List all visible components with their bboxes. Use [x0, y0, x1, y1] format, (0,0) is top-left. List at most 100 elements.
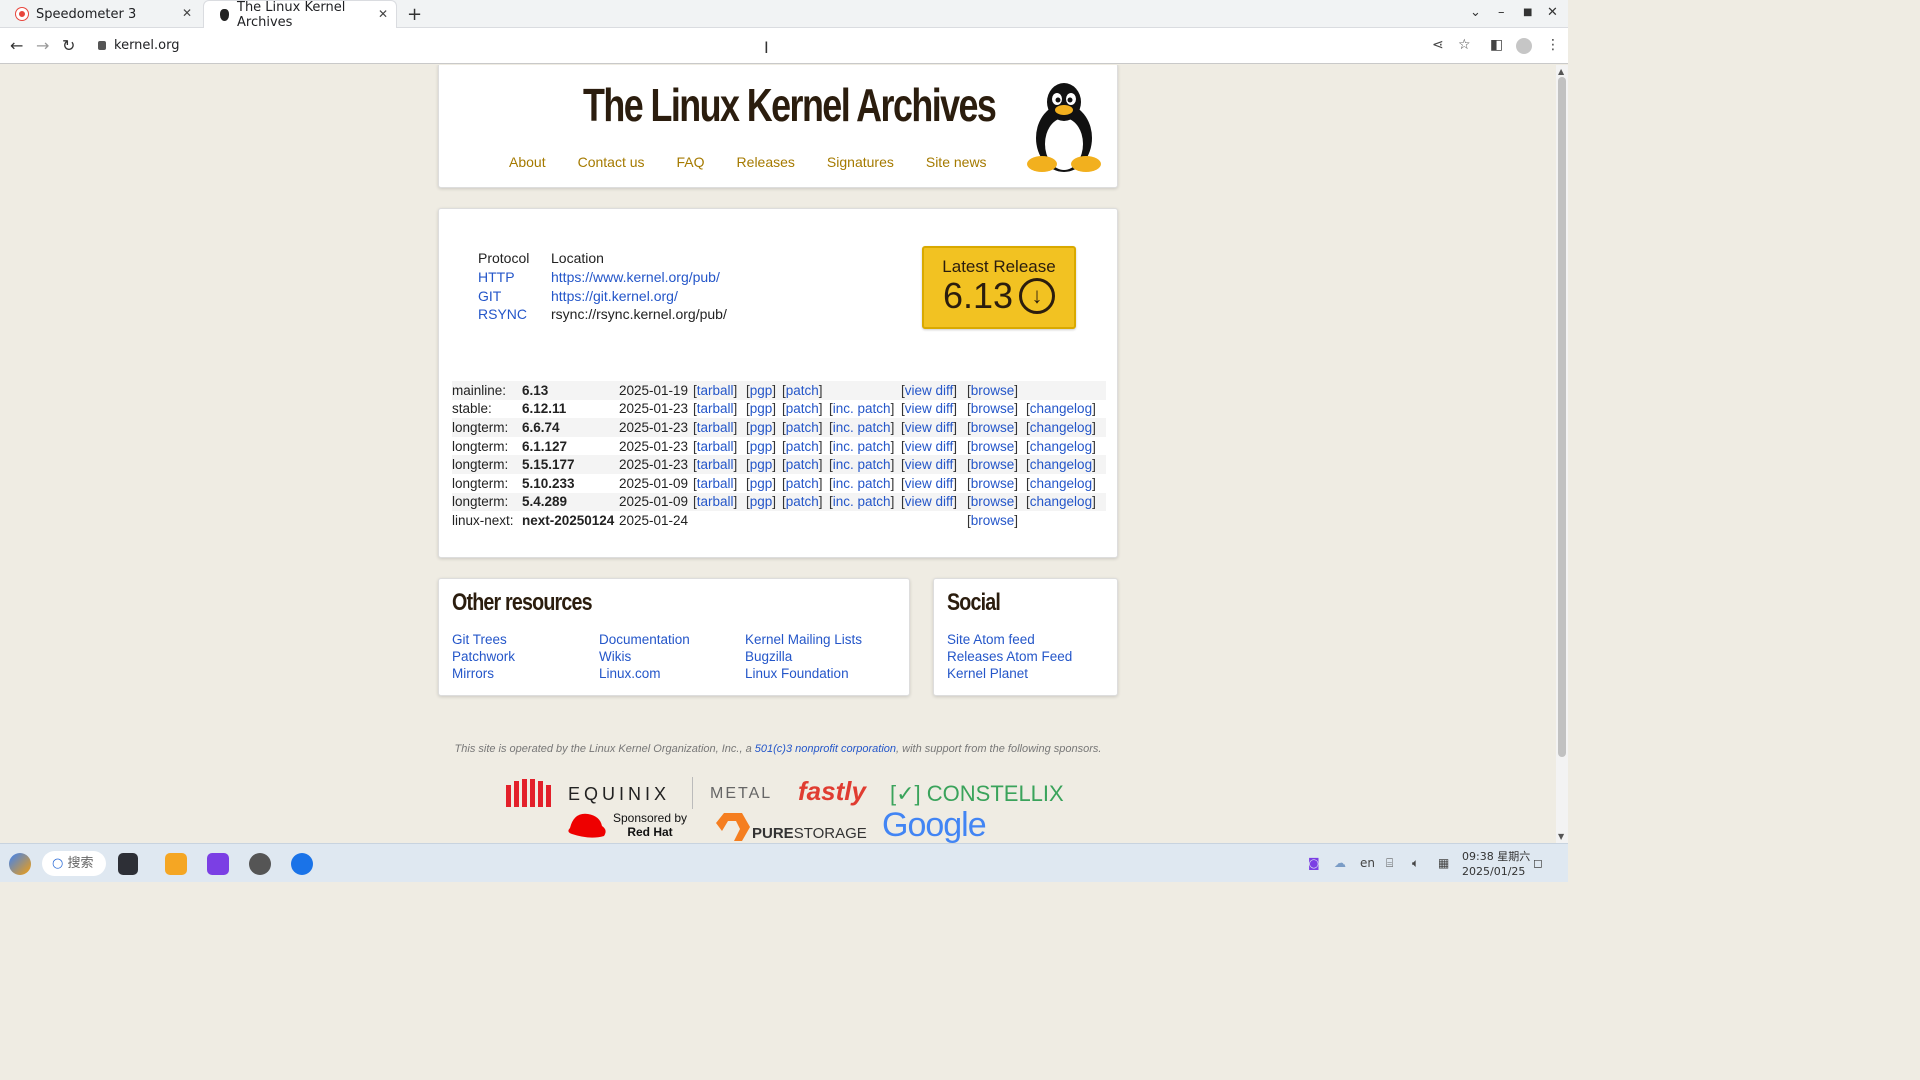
tray-network-icon[interactable]: ⌸ — [1386, 856, 1393, 871]
release-browse-link[interactable]: browse — [971, 513, 1015, 528]
release-view-diff-link[interactable]: view diff — [905, 494, 954, 509]
link-patchwork[interactable]: Patchwork — [452, 648, 515, 665]
release-view-diff-link[interactable]: view diff — [905, 476, 954, 491]
sponsor-purestorage[interactable]: PURESTORAGE — [752, 825, 867, 842]
release-patch-link[interactable]: patch — [786, 401, 819, 416]
release-version[interactable]: 6.6.74 — [522, 418, 619, 437]
link-kernel-planet[interactable]: Kernel Planet — [947, 665, 1072, 682]
protocol-http[interactable]: HTTP — [478, 269, 515, 285]
sponsor-fastly[interactable]: fastly — [798, 776, 866, 807]
release-browse-link[interactable]: browse — [971, 457, 1015, 472]
sponsor-metal[interactable]: METAL — [710, 785, 772, 803]
tray-language[interactable]: en — [1360, 856, 1375, 870]
nav-site-news[interactable]: Site news — [926, 154, 987, 170]
protocol-rsync[interactable]: RSYNC — [478, 306, 527, 322]
close-window-icon[interactable]: ✕ — [1547, 5, 1558, 20]
release-tarball-link[interactable]: tarball — [697, 494, 734, 509]
release-view-diff-link[interactable]: view diff — [905, 383, 954, 398]
release-inc-patch-link[interactable]: inc. patch — [833, 420, 891, 435]
release-browse-link[interactable]: browse — [971, 401, 1015, 416]
release-changelog-link[interactable]: changelog — [1030, 457, 1092, 472]
release-browse-link[interactable]: browse — [971, 383, 1015, 398]
multitask-view-icon[interactable] — [118, 853, 138, 875]
sponsor-redhat[interactable]: Sponsored by Red Hat — [610, 811, 690, 839]
address-bar[interactable]: kernel.org — [98, 38, 179, 53]
location-http[interactable]: https://www.kernel.org/pub/ — [551, 269, 720, 285]
release-browse-link[interactable]: browse — [971, 420, 1015, 435]
release-inc-patch-link[interactable]: inc. patch — [833, 457, 891, 472]
link-releases-atom-feed[interactable]: Releases Atom Feed — [947, 648, 1072, 665]
taskbar-search[interactable]: ○ 搜索 — [42, 851, 106, 876]
release-tarball-link[interactable]: tarball — [697, 476, 734, 491]
site-title[interactable]: The Linux Kernel Archives — [583, 78, 997, 132]
release-patch-link[interactable]: patch — [786, 420, 819, 435]
latest-release-button[interactable]: Latest Release 6.13 ↓ — [922, 246, 1076, 329]
release-patch-link[interactable]: patch — [786, 494, 819, 509]
release-version[interactable]: 5.10.233 — [522, 474, 619, 493]
release-pgp-link[interactable]: pgp — [750, 383, 773, 398]
settings-app-icon[interactable] — [249, 853, 271, 875]
tray-keyboard-icon[interactable]: ▦ — [1438, 856, 1449, 870]
nav-contact[interactable]: Contact us — [578, 154, 645, 170]
taskbar-clock[interactable]: 09:38 星期六 2025/01/25 — [1462, 849, 1530, 879]
release-tarball-link[interactable]: tarball — [697, 420, 734, 435]
link-wikis[interactable]: Wikis — [599, 648, 690, 665]
files-app-icon[interactable] — [165, 853, 187, 875]
close-tab-icon[interactable]: ✕ — [180, 6, 194, 20]
release-tarball-link[interactable]: tarball — [697, 439, 734, 454]
link-mailing-lists[interactable]: Kernel Mailing Lists — [745, 631, 862, 648]
release-pgp-link[interactable]: pgp — [750, 420, 773, 435]
release-version[interactable]: 5.15.177 — [522, 455, 619, 474]
location-git[interactable]: https://git.kernel.org/ — [551, 288, 678, 304]
release-browse-link[interactable]: browse — [971, 494, 1015, 509]
link-linux-com[interactable]: Linux.com — [599, 665, 690, 682]
release-pgp-link[interactable]: pgp — [750, 476, 773, 491]
release-browse-link[interactable]: browse — [971, 439, 1015, 454]
menu-kebab-icon[interactable]: ⋮ — [1546, 37, 1560, 53]
notification-icon[interactable]: ◻ — [1533, 856, 1543, 870]
sponsor-equinix[interactable]: EQUINIX — [568, 784, 670, 805]
close-tab-icon[interactable]: ✕ — [376, 7, 390, 21]
sponsor-google[interactable]: Google — [882, 806, 987, 843]
share-icon[interactable]: ⋖ — [1432, 37, 1444, 53]
nav-releases[interactable]: Releases — [737, 154, 795, 170]
release-inc-patch-link[interactable]: inc. patch — [833, 439, 891, 454]
sponsor-constellix[interactable]: [✓] CONSTELLIX — [890, 781, 1064, 807]
release-pgp-link[interactable]: pgp — [750, 439, 773, 454]
tab-search-chevron-icon[interactable]: ⌄ — [1470, 5, 1481, 20]
link-site-atom-feed[interactable]: Site Atom feed — [947, 631, 1072, 648]
tab-speedometer[interactable]: Speedometer 3 ✕ — [0, 0, 200, 28]
side-panel-icon[interactable]: ◧ — [1490, 37, 1503, 53]
release-changelog-link[interactable]: changelog — [1030, 439, 1092, 454]
protocol-git[interactable]: GIT — [478, 288, 501, 304]
minimize-icon[interactable]: – — [1498, 5, 1505, 20]
forward-icon[interactable]: → — [36, 36, 49, 55]
profile-avatar-icon[interactable] — [1516, 38, 1532, 54]
release-patch-link[interactable]: patch — [786, 439, 819, 454]
link-mirrors[interactable]: Mirrors — [452, 665, 515, 682]
footer-nonprofit-link[interactable]: 501(c)3 nonprofit corporation — [755, 743, 896, 755]
release-changelog-link[interactable]: changelog — [1030, 476, 1092, 491]
link-linux-foundation[interactable]: Linux Foundation — [745, 665, 862, 682]
link-git-trees[interactable]: Git Trees — [452, 631, 515, 648]
tray-screen-record-icon[interactable]: ◙ — [1308, 856, 1320, 870]
bookmark-star-icon[interactable]: ☆ — [1458, 37, 1471, 53]
release-version[interactable]: 6.12.11 — [522, 400, 619, 419]
release-view-diff-link[interactable]: view diff — [905, 439, 954, 454]
release-patch-link[interactable]: patch — [786, 383, 819, 398]
release-inc-patch-link[interactable]: inc. patch — [833, 494, 891, 509]
release-tarball-link[interactable]: tarball — [697, 401, 734, 416]
release-tarball-link[interactable]: tarball — [697, 457, 734, 472]
release-inc-patch-link[interactable]: inc. patch — [833, 401, 891, 416]
release-view-diff-link[interactable]: view diff — [905, 420, 954, 435]
release-changelog-link[interactable]: changelog — [1030, 494, 1092, 509]
new-tab-icon[interactable]: + — [407, 4, 422, 25]
release-version[interactable]: 6.1.127 — [522, 437, 619, 456]
scrollbar-thumb[interactable] — [1558, 77, 1566, 757]
reload-icon[interactable]: ↻ — [62, 36, 75, 55]
nav-about[interactable]: About — [509, 154, 546, 170]
maximize-icon[interactable]: ■ — [1523, 7, 1532, 18]
release-version[interactable]: 5.4.289 — [522, 493, 619, 512]
release-browse-link[interactable]: browse — [971, 476, 1015, 491]
release-version[interactable]: next-20250124 — [522, 511, 619, 530]
